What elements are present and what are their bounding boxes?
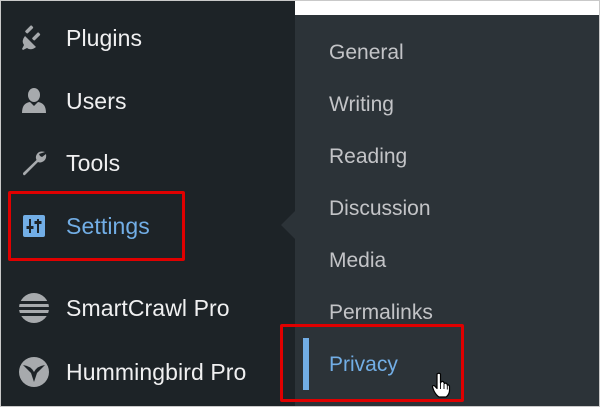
sidebar-item-label: Plugins <box>66 24 143 51</box>
submenu-item-general[interactable]: General <box>329 41 404 65</box>
submenu-item-writing[interactable]: Writing <box>329 93 394 117</box>
sidebar-item-hummingbird-pro[interactable]: Hummingbird Pro <box>1 344 295 400</box>
sidebar-item-label: Tools <box>66 149 121 176</box>
sidebar-item-tools[interactable]: Tools <box>1 135 295 191</box>
user-icon <box>17 84 51 118</box>
hand-cursor-icon <box>431 372 451 398</box>
screenshot-frame: Plugins Users Tools Settings SmartCrawl … <box>0 0 600 407</box>
submenu-item-privacy[interactable]: Privacy <box>329 353 398 377</box>
hummingbird-icon <box>17 355 51 389</box>
sidebar-item-label: Hummingbird Pro <box>66 358 247 385</box>
admin-sidebar: Plugins Users Tools Settings SmartCrawl … <box>1 1 295 406</box>
sidebar-item-label: Settings <box>66 212 150 239</box>
submenu-item-reading[interactable]: Reading <box>329 145 407 169</box>
wrench-icon <box>17 146 51 180</box>
sidebar-item-settings[interactable]: Settings <box>1 198 295 254</box>
sidebar-item-users[interactable]: Users <box>1 73 295 129</box>
sidebar-item-plugins[interactable]: Plugins <box>1 10 295 66</box>
current-item-indicator <box>303 338 309 390</box>
submenu-pointer <box>281 211 295 239</box>
sidebar-item-label: Users <box>66 87 127 114</box>
settings-sliders-icon <box>17 209 51 243</box>
submenu-item-media[interactable]: Media <box>329 249 386 273</box>
plugin-icon <box>17 21 51 55</box>
sidebar-item-label: SmartCrawl Pro <box>66 294 230 321</box>
smartcrawl-icon <box>17 291 51 325</box>
settings-submenu: General Writing Reading Discussion Media… <box>295 15 599 406</box>
submenu-item-permalinks[interactable]: Permalinks <box>329 301 433 325</box>
sidebar-item-smartcrawl-pro[interactable]: SmartCrawl Pro <box>1 280 295 336</box>
submenu-item-discussion[interactable]: Discussion <box>329 197 431 221</box>
